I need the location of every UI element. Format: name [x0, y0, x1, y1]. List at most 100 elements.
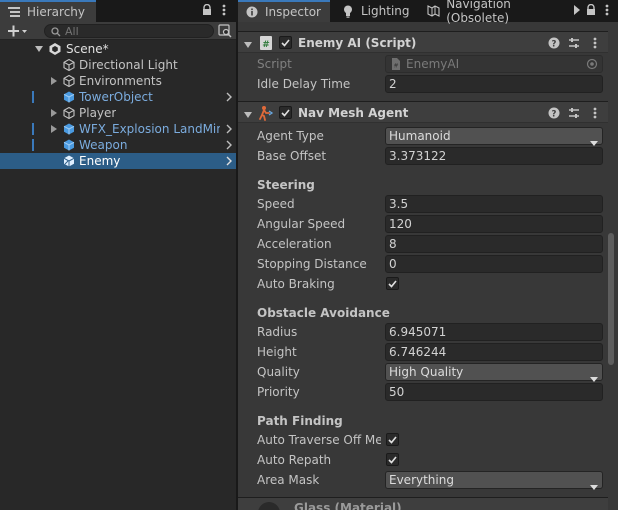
navigation-icon [427, 4, 440, 18]
tree-row-environments[interactable]: Environments [0, 73, 236, 89]
angular-speed-label: Angular Speed [257, 217, 346, 231]
tree-label-environments: Environments [79, 74, 162, 88]
area-mask-value: Everything [389, 473, 454, 487]
help-icon[interactable]: ? [547, 106, 561, 120]
presets-icon[interactable] [567, 106, 581, 120]
base-offset-input[interactable]: 3.373122 [385, 147, 603, 165]
tab-hierarchy[interactable]: Hierarchy [0, 0, 96, 22]
chevron-right-icon[interactable] [224, 139, 234, 151]
tab-lighting-label: Lighting [361, 4, 410, 18]
hierarchy-panel: Hierarchy S [0, 0, 236, 510]
inspector-scrollbar[interactable] [608, 233, 614, 365]
acceleration-label: Acceleration [257, 237, 332, 251]
height-input[interactable]: 6.746244 [385, 343, 603, 361]
tree-row-towerobject[interactable]: TowerObject [0, 89, 236, 105]
prefab-variant-icon [62, 154, 76, 168]
override-marker [32, 139, 34, 151]
more-options-icon[interactable] [217, 3, 231, 17]
create-dropdown-button[interactable] [4, 22, 34, 40]
tree-label-player: Player [79, 106, 117, 120]
component-menu-icon[interactable] [588, 36, 602, 50]
idle-delay-input[interactable]: 2 [385, 75, 603, 93]
priority-input[interactable]: 50 [385, 383, 603, 401]
tree-row-directional-light[interactable]: Directional Light [0, 57, 236, 73]
tab-navigation[interactable]: Navigation (Obsolete) [420, 0, 570, 25]
quality-value: High Quality [389, 365, 464, 379]
tree-row-wfx-explosion[interactable]: WFX_Explosion LandMine [0, 121, 236, 137]
search-by-type-icon[interactable] [218, 24, 232, 38]
obstacle-avoidance-header: Obstacle Avoidance [257, 306, 390, 320]
component-menu-icon[interactable] [588, 106, 602, 120]
speed-input[interactable]: 3.5 [385, 195, 603, 213]
quality-dropdown[interactable]: High Quality [385, 363, 603, 382]
tab-inspector[interactable]: Inspector [238, 0, 330, 22]
agent-type-label: Agent Type [257, 129, 324, 143]
auto-repath-checkbox[interactable] [386, 453, 399, 466]
tree-row-weapon[interactable]: Weapon [0, 137, 236, 153]
gameobject-icon [62, 74, 76, 88]
object-picker-icon[interactable] [586, 58, 598, 72]
angular-speed-input[interactable]: 120 [385, 215, 603, 233]
presets-icon[interactable] [567, 36, 581, 50]
tree-row-enemy[interactable]: Enemy [0, 153, 236, 169]
enemy-ai-enabled-checkbox[interactable] [279, 36, 292, 49]
fold-closed-icon[interactable] [49, 73, 59, 89]
list-icon [7, 5, 21, 19]
hierarchy-toolbar [0, 22, 236, 40]
script-object-field[interactable]: # EnemyAI [385, 55, 603, 73]
auto-traverse-label: Auto Traverse Off Mes [257, 433, 381, 447]
help-icon[interactable]: ? [547, 36, 561, 50]
nav-mesh-agent-component-header[interactable]: Nav Mesh Agent ? [238, 101, 608, 123]
path-finding-header: Path Finding [257, 414, 343, 428]
tab-scroll-right-icon[interactable] [570, 3, 584, 17]
tab-lighting[interactable]: Lighting [334, 0, 422, 22]
fold-open-icon[interactable] [34, 41, 44, 57]
priority-label: Priority [257, 385, 300, 399]
svg-text:#: # [393, 63, 398, 70]
material-component-header[interactable]: Glass (Material) [238, 497, 608, 510]
tab-hierarchy-label: Hierarchy [27, 5, 86, 19]
chevron-right-icon[interactable] [224, 123, 234, 135]
more-options-icon[interactable] [600, 3, 614, 17]
nav-mesh-agent-title: Nav Mesh Agent [298, 106, 409, 120]
svg-text:?: ? [552, 109, 557, 119]
radius-input[interactable]: 6.945071 [385, 323, 603, 341]
checkmark-icon [388, 455, 397, 464]
chevron-right-icon[interactable] [224, 155, 234, 167]
auto-repath-label: Auto Repath [257, 453, 332, 467]
acceleration-input[interactable]: 8 [385, 235, 603, 253]
plus-icon [8, 25, 27, 37]
tree-label-scene: Scene* [66, 42, 109, 56]
lock-icon[interactable] [584, 3, 598, 17]
inspector-tabbar: Inspector Lighting Navigation (Obsolete) [238, 0, 618, 25]
tree-row-scene[interactable]: Scene* [0, 41, 236, 57]
lock-icon[interactable] [200, 3, 214, 17]
script-file-icon: # [391, 58, 401, 72]
auto-braking-checkbox[interactable] [386, 277, 399, 290]
agent-type-dropdown[interactable]: Humanoid [385, 127, 603, 146]
nav-mesh-agent-enabled-checkbox[interactable] [279, 106, 292, 119]
search-icon [51, 26, 61, 40]
csharp-script-icon: # [258, 35, 274, 51]
hierarchy-search-field[interactable] [44, 24, 214, 38]
search-input[interactable] [65, 25, 210, 37]
tree-row-player[interactable]: Player [0, 105, 236, 121]
info-icon [245, 5, 259, 19]
fold-closed-icon[interactable] [49, 121, 59, 137]
gameobject-icon [62, 58, 76, 72]
fold-open-icon[interactable] [244, 37, 252, 51]
checkmark-icon [388, 435, 397, 444]
prefab-icon [62, 122, 76, 136]
dropdown-arrow-icon [590, 478, 598, 494]
enemy-ai-component-header[interactable]: # Enemy AI (Script) ? [238, 31, 608, 53]
fold-closed-icon[interactable] [49, 105, 59, 121]
fold-open-icon[interactable] [244, 107, 252, 121]
stopping-distance-input[interactable]: 0 [385, 255, 603, 273]
auto-traverse-checkbox[interactable] [386, 433, 399, 446]
override-marker [32, 91, 34, 103]
checkmark-icon [388, 279, 397, 288]
steering-header: Steering [257, 178, 315, 192]
chevron-right-icon[interactable] [224, 91, 234, 103]
area-mask-dropdown[interactable]: Everything [385, 471, 603, 490]
prefab-icon [62, 138, 76, 152]
